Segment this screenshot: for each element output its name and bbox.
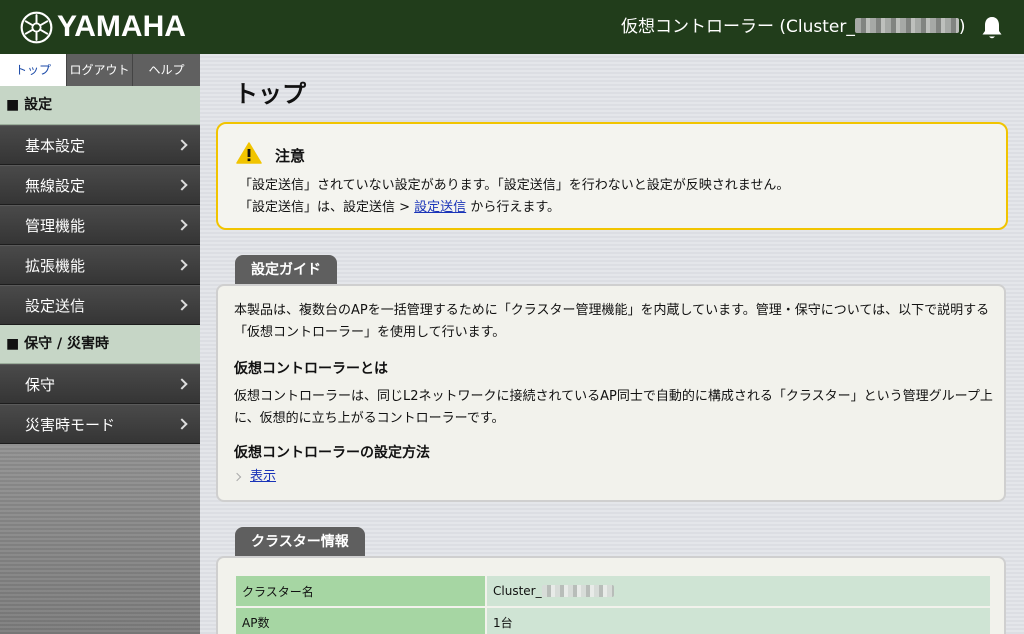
sidebar-item-send-settings[interactable]: 設定送信 xyxy=(0,285,200,325)
tuning-fork-logo-icon xyxy=(20,11,53,43)
guide-intro: 本製品は、複数台のAPを一括管理するために「クラスター管理機能」を内蔵しています… xyxy=(234,303,990,340)
sidebar-item-maintenance[interactable]: 保守 xyxy=(0,364,200,404)
ap-count-value: 1台 xyxy=(486,607,990,634)
chevron-right-icon xyxy=(176,179,188,191)
sidebar-item-management[interactable]: 管理機能 xyxy=(0,205,200,245)
section-settings: ■ 設定 xyxy=(0,86,200,125)
warning-icon xyxy=(236,142,262,164)
main-content: トップ 注意 「設定送信」されていない設定があります。「設定送信」を行わないと設… xyxy=(200,54,1024,634)
guide-heading-how-to: 仮想コントローラーの設定方法 xyxy=(234,445,430,461)
cluster-info-table: クラスター名 Cluster_ AP数 1台 xyxy=(236,576,990,634)
cluster-info-tab: クラスター情報 xyxy=(235,527,365,557)
chevron-right-icon xyxy=(176,139,188,151)
notification-bell-icon[interactable] xyxy=(980,15,1004,41)
send-settings-link[interactable]: 設定送信 xyxy=(414,200,466,215)
chevron-right-icon xyxy=(176,378,188,390)
alert-box: 注意 「設定送信」されていない設定があります。「設定送信」を行わないと設定が反映… xyxy=(216,122,1008,230)
show-link[interactable]: 表示 xyxy=(250,469,276,484)
sidebar: トップ ログアウト ヘルプ ■ 設定 基本設定 無線設定 管理機能 拡張機能 設… xyxy=(0,54,200,634)
redacted-cluster-id xyxy=(541,585,614,597)
cluster-info-panel: クラスター名 Cluster_ AP数 1台 xyxy=(216,556,1006,634)
setting-guide-panel: 本製品は、複数台のAPを一括管理するために「クラスター管理機能」を内蔵しています… xyxy=(216,284,1006,502)
page-title: トップ xyxy=(234,80,306,108)
alert-message: 「設定送信」されていない設定があります。「設定送信」を行わないと設定が反映されま… xyxy=(239,178,790,193)
guide-heading-what-is: 仮想コントローラーとは xyxy=(234,361,388,377)
brand-name: YAMAHA xyxy=(57,10,186,43)
sidebar-tabs: トップ ログアウト ヘルプ xyxy=(0,54,200,86)
tab-logout[interactable]: ログアウト xyxy=(67,54,133,86)
cluster-name-value: Cluster_ xyxy=(486,576,990,608)
redacted-cluster-id xyxy=(854,18,959,33)
tab-top[interactable]: トップ xyxy=(0,54,67,86)
chevron-right-icon xyxy=(176,299,188,311)
ap-count-label: AP数 xyxy=(236,607,487,634)
alert-title: 注意 xyxy=(275,147,306,165)
sidebar-item-wireless-settings[interactable]: 無線設定 xyxy=(0,165,200,205)
chevron-right-icon xyxy=(176,219,188,231)
section-maintenance: ■ 保守 / 災害時 xyxy=(0,325,200,364)
top-header: YAMAHA 仮想コントローラー (Cluster_) xyxy=(0,0,1024,54)
yamaha-logo: YAMAHA xyxy=(20,10,186,44)
cluster-name-label: クラスター名 xyxy=(236,576,487,608)
table-row: クラスター名 Cluster_ xyxy=(236,576,990,608)
chevron-right-icon xyxy=(176,418,188,430)
alert-instruction: 「設定送信」は、設定送信 > 設定送信 から行えます。 xyxy=(239,200,561,215)
controller-title: 仮想コントローラー (Cluster_) xyxy=(621,17,966,37)
table-row: AP数 1台 xyxy=(236,607,990,634)
tab-help[interactable]: ヘルプ xyxy=(133,54,200,86)
guide-show-link-row: 表示 xyxy=(234,466,994,488)
guide-description: 仮想コントローラーは、同じL2ネットワークに接続されているAP同士で自動的に構成… xyxy=(234,389,993,426)
sidebar-item-extensions[interactable]: 拡張機能 xyxy=(0,245,200,285)
sidebar-item-disaster-mode[interactable]: 災害時モード xyxy=(0,404,200,444)
sidebar-item-basic-settings[interactable]: 基本設定 xyxy=(0,125,200,165)
chevron-right-icon xyxy=(176,259,188,271)
setting-guide-tab: 設定ガイド xyxy=(235,255,337,285)
